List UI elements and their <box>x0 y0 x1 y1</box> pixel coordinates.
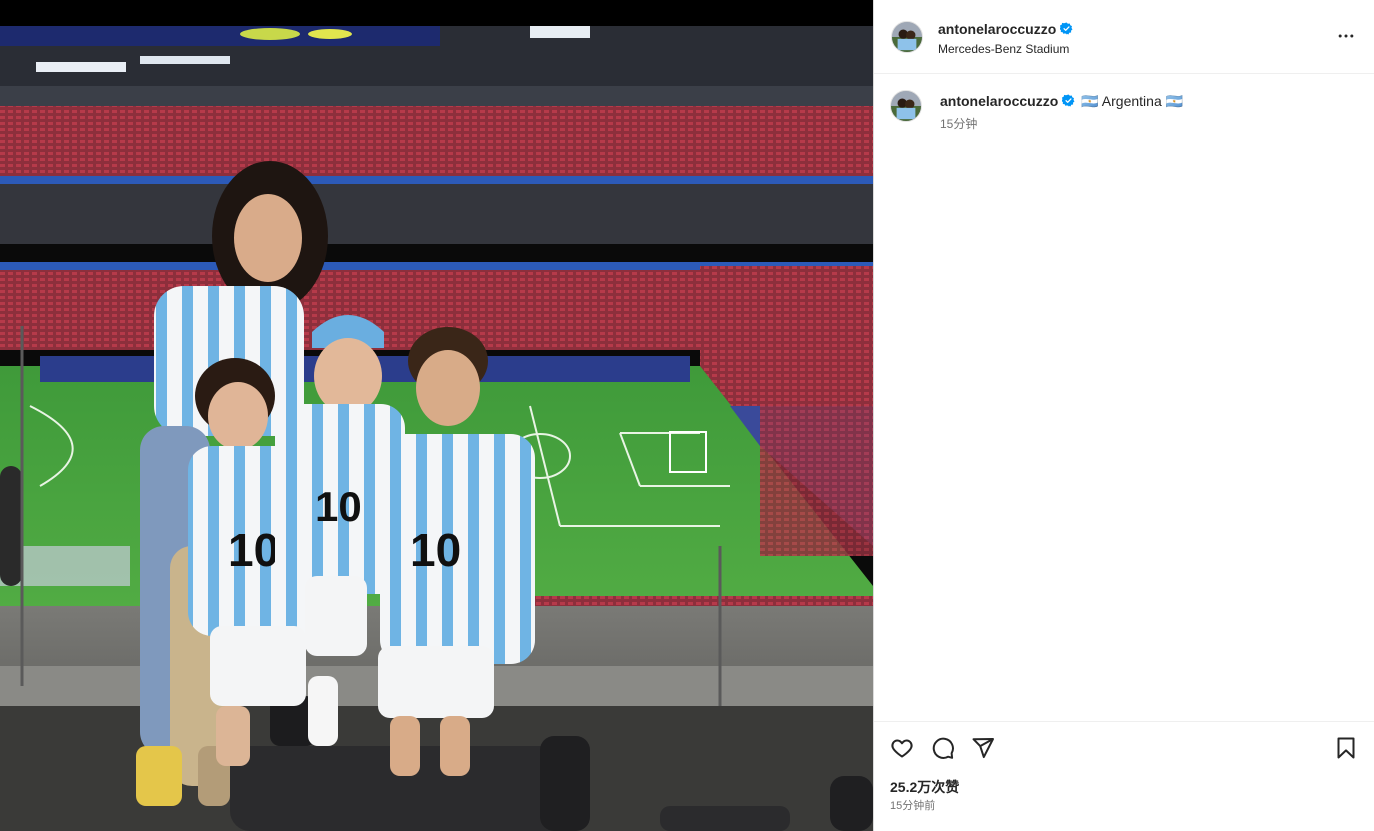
caption-timestamp[interactable]: 15分钟 <box>940 116 977 132</box>
share-icon[interactable] <box>971 736 995 760</box>
post-side-panel: antonelaroccuzzo Mercedes-Benz Stadium a… <box>873 0 1374 831</box>
caption-username[interactable]: antonelaroccuzzo <box>940 93 1058 109</box>
post-location[interactable]: Mercedes-Benz Stadium <box>938 41 1069 57</box>
photo-top-bar <box>0 0 873 26</box>
avatar-image <box>892 22 922 52</box>
caption-avatar[interactable] <box>890 90 922 122</box>
caption-line: antonelaroccuzzo 🇦🇷 Argentina 🇦🇷 <box>940 92 1183 110</box>
caption-text: 🇦🇷 Argentina 🇦🇷 <box>1081 93 1184 109</box>
likes-count[interactable]: 25.2万次赞 <box>890 778 959 796</box>
header-avatar[interactable] <box>891 21 923 53</box>
svg-text:10: 10 <box>410 524 461 576</box>
avatar-image <box>891 91 921 121</box>
post-photo[interactable]: 10 10 10 <box>0 26 873 831</box>
svg-text:10: 10 <box>315 483 362 530</box>
header-username[interactable]: antonelaroccuzzo <box>938 21 1056 37</box>
instagram-post-viewer: 10 10 10 antonelaroccuzzo Mercedes-Benz … <box>0 0 1374 831</box>
post-timestamp[interactable]: 15分钟前 <box>890 799 935 813</box>
heart-icon[interactable] <box>890 736 914 760</box>
post-header: antonelaroccuzzo Mercedes-Benz Stadium <box>874 0 1374 74</box>
post-actions-footer: 25.2万次赞 15分钟前 <box>874 721 1374 831</box>
verified-badge-icon <box>1060 22 1073 35</box>
more-options-icon[interactable] <box>1336 26 1356 46</box>
post-photo-area[interactable]: 10 10 10 <box>0 0 873 831</box>
svg-text:10: 10 <box>228 524 279 576</box>
comment-icon[interactable] <box>931 736 955 760</box>
header-username-row[interactable]: antonelaroccuzzo <box>938 20 1073 38</box>
verified-badge-icon <box>1062 94 1075 107</box>
bookmark-icon[interactable] <box>1334 736 1358 760</box>
